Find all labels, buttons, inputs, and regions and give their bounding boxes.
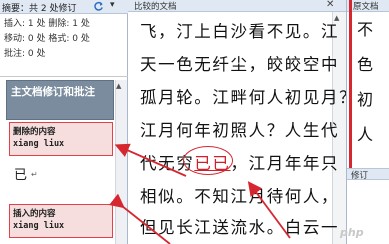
document-line: 相似。不知江月待何人，: [140, 187, 340, 206]
revised-titlebar: 修订: [347, 168, 389, 181]
document-text: ，江月年年只: [230, 154, 340, 173]
close-icon[interactable]: ✕: [326, 0, 334, 10]
revised-title: 修订: [351, 171, 369, 181]
original-title: 原文档: [353, 2, 379, 12]
deleted-text: 已: [14, 168, 28, 183]
document-line: 飞，汀上白沙看不见。江: [140, 22, 340, 41]
scroll-up-icon[interactable]: ▲: [116, 82, 121, 90]
revision-scrollbar[interactable]: [115, 80, 127, 244]
deletion-author: xiang liux: [13, 139, 65, 149]
deletion-title: 删除的内容: [13, 127, 56, 137]
original-line: 不: [357, 20, 374, 39]
main-revisions-title: 主文档修订和批注: [11, 86, 95, 98]
original-line: 色: [357, 55, 374, 74]
revision-summary-text: 摘要：共 2 处修订: [2, 4, 77, 14]
watermark-logo: php: [340, 226, 364, 239]
document-line: 代无穷已已，江月年年只: [140, 150, 339, 174]
insertion-annotation[interactable]: 插入的内容 xiang liux: [9, 204, 113, 238]
divider: [0, 76, 128, 77]
pilcrow-icon: ↵: [31, 170, 38, 179]
revision-highlight-circle: [183, 146, 233, 175]
revision-marker-bar: [349, 0, 352, 174]
refresh-icon[interactable]: [93, 1, 104, 12]
document-line: 但见长江送流水。白云一: [140, 218, 340, 237]
stat-move-format: 移动: 0 处 格式: 0 处: [4, 34, 90, 44]
compared-document-pane: 比较的文档 ✕ ▲ 飞，汀上白沙看不见。江 天一色无纤尘，皎皎空中 孤月轮。江畔…: [128, 0, 356, 244]
document-line: 天一色无纤尘，皎皎空中: [140, 55, 340, 74]
insertion-author: xiang liux: [13, 221, 65, 231]
document-title: 比较的文档: [134, 2, 177, 12]
stat-comments: 批注: 0 处: [4, 49, 46, 59]
deletion-annotation[interactable]: 删除的内容 xiang liux: [9, 122, 113, 156]
original-titlebar: 原文档: [347, 0, 389, 12]
chevron-down-icon[interactable]: ▾: [110, 0, 115, 10]
document-titlebar: 比较的文档 ✕: [128, 0, 346, 12]
document-line: 江月何年初照人？人生代: [140, 121, 340, 140]
stat-insert-delete: 插入: 1 处 删除: 1 处: [4, 19, 90, 29]
document-line: 孤月轮。江畔何人初见月？: [140, 88, 358, 107]
original-line: 人: [357, 125, 374, 144]
main-revisions-header[interactable]: 主文档修订和批注: [6, 80, 114, 120]
revision-summary-bar: 摘要：共 2 处修订 ▾: [0, 0, 128, 14]
insertion-title: 插入的内容: [13, 209, 56, 219]
original-document-pane: 原文档 不 色 初 人 修订: [346, 0, 389, 244]
revision-pane: 摘要：共 2 处修订 ▾ 插入: 1 处 删除: 1 处 移动: 0 处 格式:…: [0, 0, 128, 244]
original-line: 初: [357, 90, 374, 109]
